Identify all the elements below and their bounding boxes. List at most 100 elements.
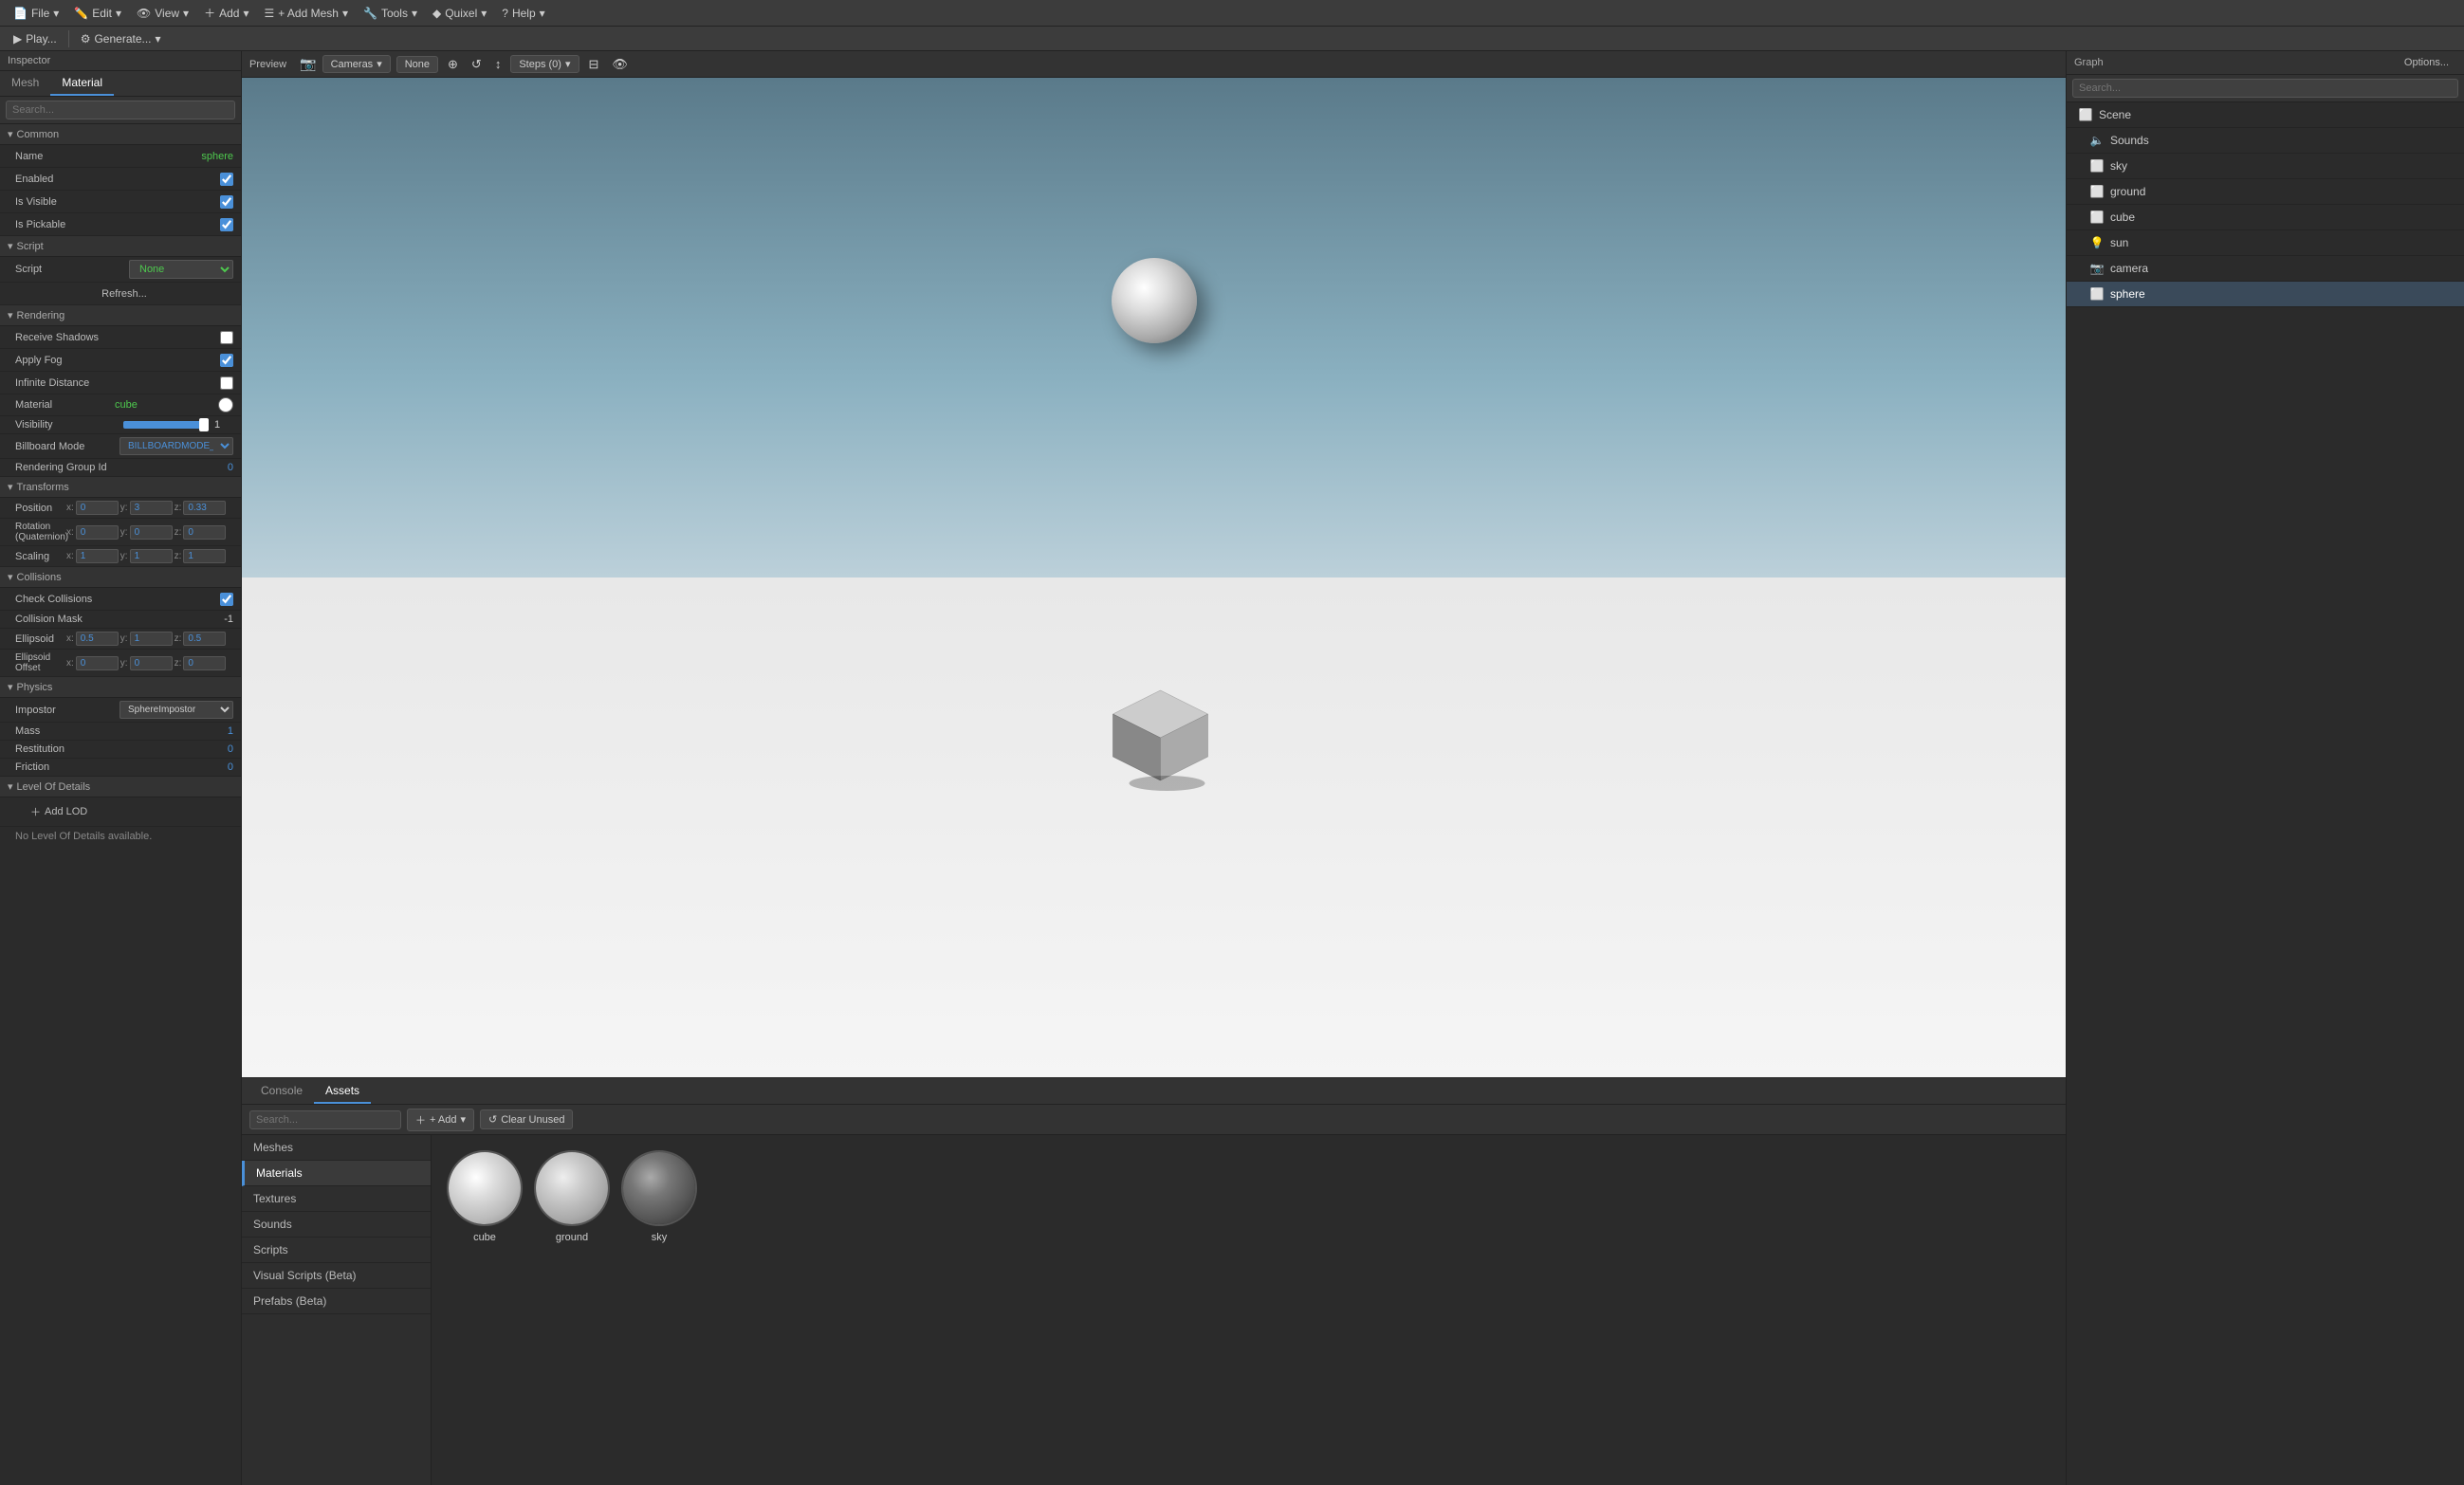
add-menu[interactable]: ＋ Add ▾ [196, 3, 256, 23]
add-asset-button[interactable]: ＋ + Add ▾ [407, 1109, 474, 1131]
billboard-select[interactable]: BILLBOARDMODE_NONE [120, 437, 233, 455]
cube-icon: ⬜ [2089, 210, 2105, 225]
tree-item-sun[interactable]: 💡 sun [2067, 230, 2464, 256]
position-y[interactable] [130, 501, 173, 515]
assets-content: cube ground sky [432, 1135, 2066, 1485]
tab-assets[interactable]: Assets [314, 1079, 371, 1104]
section-collisions[interactable]: ▾ Collisions [0, 567, 241, 588]
cameras-button[interactable]: Cameras ▾ [322, 55, 391, 73]
prop-ellipsoid: Ellipsoid x: y: z: [0, 629, 241, 650]
section-physics[interactable]: ▾ Physics [0, 677, 241, 698]
tree-item-sounds[interactable]: 🔈 Sounds [2067, 128, 2464, 154]
clear-unused-button[interactable]: ↺ Clear Unused [480, 1109, 573, 1129]
prop-infinite-distance: Infinite Distance [0, 372, 241, 394]
preview-canvas[interactable] [242, 78, 2066, 1077]
rotate-icon[interactable]: ↺ [468, 55, 486, 74]
steps-button[interactable]: Steps (0) ▾ [510, 55, 579, 73]
prop-material: Material cube [0, 394, 241, 416]
asset-name-cube: cube [473, 1232, 496, 1243]
apply-fog-checkbox[interactable] [220, 354, 233, 367]
ellipsoid-z[interactable] [183, 632, 226, 646]
inspector-search [0, 97, 241, 124]
is-visible-checkbox[interactable] [220, 195, 233, 209]
section-rendering[interactable]: ▾ Rendering [0, 305, 241, 326]
ellipsoid-x[interactable] [76, 632, 119, 646]
visibility-slider[interactable] [123, 421, 209, 429]
script-select[interactable]: None [129, 260, 233, 279]
camera-icon: 📷 [2089, 261, 2105, 276]
add-lod-button[interactable]: ＋ Add LOD [15, 800, 233, 823]
tree-item-camera[interactable]: 📷 camera [2067, 256, 2464, 282]
layout-icon[interactable]: ⊟ [585, 55, 603, 74]
infinite-distance-checkbox[interactable] [220, 376, 233, 390]
tab-mesh[interactable]: Mesh [0, 71, 50, 96]
play-button[interactable]: ▶ Play... [6, 30, 64, 47]
assets-nav-visual-scripts[interactable]: Visual Scripts (Beta) [242, 1263, 431, 1289]
asset-item-ground[interactable]: ground [534, 1150, 610, 1243]
position-x[interactable] [76, 501, 119, 515]
none-button[interactable]: None [396, 56, 438, 73]
prop-collision-mask: Collision Mask -1 [0, 611, 241, 629]
ellipsoid-offset-x[interactable] [76, 656, 119, 670]
prop-is-pickable: Is Pickable [0, 213, 241, 236]
assets-search-input[interactable] [249, 1110, 401, 1129]
asset-item-sky[interactable]: sky [621, 1150, 697, 1243]
assets-nav-textures[interactable]: Textures [242, 1186, 431, 1212]
tools-menu[interactable]: 🔧 Tools ▾ [356, 5, 425, 22]
refresh-button[interactable]: Refresh... [15, 286, 233, 302]
section-script[interactable]: ▾ Script [0, 236, 241, 257]
tab-console[interactable]: Console [249, 1079, 314, 1104]
ellipsoid-y[interactable] [130, 632, 173, 646]
assets-nav-meshes[interactable]: Meshes [242, 1135, 431, 1161]
asset-thumb-cube [447, 1150, 523, 1226]
prop-visibility: Visibility 1 [0, 416, 241, 434]
section-transforms[interactable]: ▾ Transforms [0, 477, 241, 498]
section-common[interactable]: ▾ Common [0, 124, 241, 145]
quixel-menu[interactable]: ◆ Quixel ▾ [425, 5, 494, 22]
inspector-search-input[interactable] [6, 101, 235, 119]
scale-icon[interactable]: ↕ [491, 55, 506, 73]
options-button[interactable]: Options... [2397, 55, 2456, 70]
visibility-handle[interactable] [199, 418, 209, 431]
assets-nav-materials[interactable]: Materials [242, 1161, 431, 1186]
material-swatch[interactable] [218, 397, 233, 412]
add-mesh-menu[interactable]: ☰ + Add Mesh ▾ [256, 5, 356, 22]
help-menu[interactable]: ? Help ▾ [494, 5, 552, 22]
prop-receive-shadows: Receive Shadows [0, 326, 241, 349]
check-collisions-checkbox[interactable] [220, 593, 233, 606]
tree-item-scene[interactable]: ⬜ Scene [2067, 102, 2464, 128]
section-lod[interactable]: ▾ Level Of Details [0, 777, 241, 798]
graph-search-input[interactable] [2072, 79, 2458, 98]
impostor-select[interactable]: SphereImpostor [120, 701, 233, 719]
eye-icon[interactable]: 👁 [608, 55, 632, 74]
graph-header: Graph Options... [2067, 51, 2464, 75]
tree-item-cube[interactable]: ⬜ cube [2067, 205, 2464, 230]
enabled-checkbox[interactable] [220, 173, 233, 186]
inspector-tabs: Mesh Material [0, 71, 241, 97]
assets-nav-scripts[interactable]: Scripts [242, 1238, 431, 1263]
scaling-x[interactable] [76, 549, 119, 563]
view-menu[interactable]: 👁 View ▾ [129, 5, 196, 22]
tree-item-ground[interactable]: ⬜ ground [2067, 179, 2464, 205]
assets-nav-prefabs[interactable]: Prefabs (Beta) [242, 1289, 431, 1314]
rotation-x[interactable] [76, 525, 119, 540]
rotation-z[interactable] [183, 525, 226, 540]
rotation-y[interactable] [130, 525, 173, 540]
cube-svg [1098, 671, 1222, 795]
receive-shadows-checkbox[interactable] [220, 331, 233, 344]
position-z[interactable] [183, 501, 226, 515]
file-menu[interactable]: 📄 File ▾ [6, 5, 66, 22]
transform-icon[interactable]: ⊕ [444, 55, 462, 74]
scaling-z[interactable] [183, 549, 226, 563]
tree-item-sky[interactable]: ⬜ sky [2067, 154, 2464, 179]
ellipsoid-offset-z[interactable] [183, 656, 226, 670]
scaling-y[interactable] [130, 549, 173, 563]
assets-nav-sounds[interactable]: Sounds [242, 1212, 431, 1238]
is-pickable-checkbox[interactable] [220, 218, 233, 231]
tree-item-sphere[interactable]: ⬜ sphere [2067, 282, 2464, 307]
generate-button[interactable]: ⚙ Generate... ▾ [73, 30, 169, 47]
tab-material[interactable]: Material [50, 71, 114, 96]
edit-menu[interactable]: ✏️ Edit ▾ [66, 5, 129, 22]
asset-item-cube[interactable]: cube [447, 1150, 523, 1243]
ellipsoid-offset-y[interactable] [130, 656, 173, 670]
